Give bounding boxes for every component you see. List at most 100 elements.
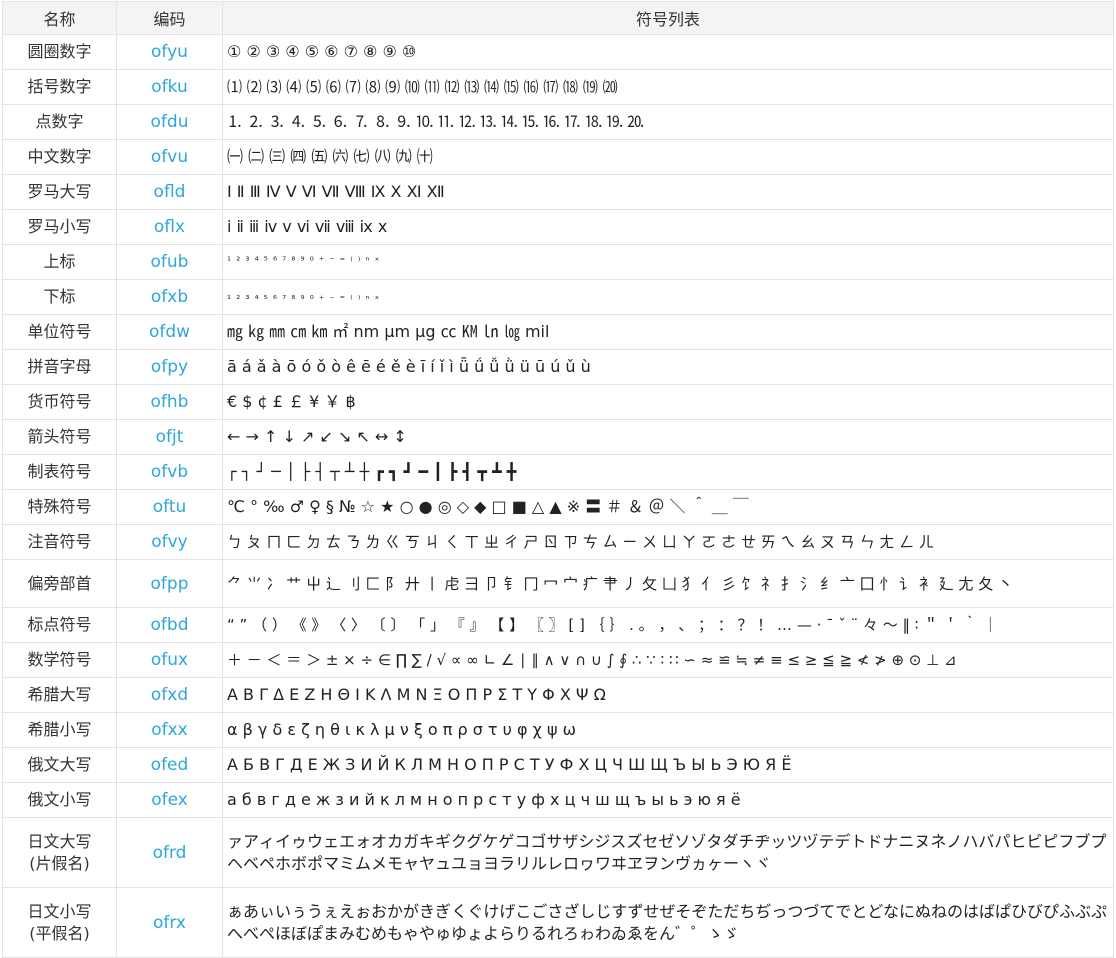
- row-name: 拼音字母: [2, 349, 117, 385]
- row-symbols[interactable]: ァアィイゥウェエォオカガキギクグケゲコゴサザシジスズセゼソゾタダチヂッツヅテデト…: [222, 817, 1114, 888]
- row-name: 货币符号: [2, 384, 117, 420]
- table-row: 括号数字 ofku ⑴ ⑵ ⑶ ⑷ ⑸ ⑹ ⑺ ⑻ ⑼ ⑽ ⑾ ⑿ ⒀ ⒁ ⒂ …: [2, 69, 1114, 105]
- row-symbols[interactable]: Ⅰ Ⅱ Ⅲ Ⅳ Ⅴ Ⅵ Ⅶ Ⅷ Ⅸ Ⅹ Ⅺ Ⅻ: [222, 174, 1114, 210]
- row-symbols[interactable]: ぁあぃいぅうぇえぉおかがきぎくぐけげこごさざしじすずせぜそぞただちぢっつづてでと…: [222, 887, 1114, 958]
- row-symbols[interactable]: а б в г д е ж з и й к л м н о п р с т у …: [222, 782, 1114, 818]
- table-row: 偏旁部首 ofpp ⺈ ⺌ 冫 艹 屮 辶 刂 匚 阝 廾 丨 虍 彐 卩 钅 …: [2, 559, 1114, 608]
- row-name: 点数字: [2, 104, 117, 140]
- row-code: ofku: [116, 69, 223, 105]
- table-row: 点数字 ofdu ⒈ ⒉ ⒊ ⒋ ⒌ ⒍ ⒎ ⒏ ⒐ ⒑ ⒒ ⒓ ⒔ ⒕ ⒖ ⒗…: [2, 104, 1114, 140]
- table-row: 俄文大写 ofed А Б В Г Д Е Ж З И Й К Л М Н О …: [2, 747, 1114, 783]
- row-code: ofpp: [116, 559, 223, 608]
- row-name: 注音符号: [2, 524, 117, 560]
- table-row: 数学符号 ofux ＋ － ＜ ＝ ＞ ± × ÷ ∈ ∏ ∑ ∕ √ ∝ ∞ …: [2, 642, 1114, 678]
- table-row: 标点符号 ofbd “ ” （ ） 《 》 〈 〉 〔 〕 「 」 『 』 【 …: [2, 607, 1114, 643]
- row-code: ofux: [116, 642, 223, 678]
- table-row: 日文小写 (平假名) ofrx ぁあぃいぅうぇえぉおかがきぎくぐけげこごさざしじ…: [2, 887, 1114, 958]
- row-symbols[interactable]: ㈠ ㈡ ㈢ ㈣ ㈤ ㈥ ㈦ ㈧ ㈨ ㈩: [222, 139, 1114, 175]
- row-code: ofrd: [116, 817, 223, 888]
- row-name: 日文大写: [27, 831, 92, 851]
- table-row: 罗马小写 oflx ⅰ ⅱ ⅲ ⅳ ⅴ ⅵ ⅶ ⅷ ⅸ ⅹ: [2, 209, 1114, 245]
- row-name: 特殊符号: [2, 489, 117, 525]
- row-symbols[interactable]: ⺈ ⺌ 冫 艹 屮 辶 刂 匚 阝 廾 丨 虍 彐 卩 钅 冂 冖 宀 疒 肀 …: [222, 559, 1114, 608]
- row-name: 偏旁部首: [2, 559, 117, 608]
- row-symbols[interactable]: Α Β Γ Δ Ε Ζ Η Θ Ι Κ Λ Μ Ν Ξ Ο Π Ρ Σ Τ Υ …: [222, 677, 1114, 713]
- header-name: 名称: [2, 1, 117, 35]
- row-symbols[interactable]: ⒈ ⒉ ⒊ ⒋ ⒌ ⒍ ⒎ ⒏ ⒐ ⒑ ⒒ ⒓ ⒔ ⒕ ⒖ ⒗ ⒘ ⒙ ⒚ ⒛: [222, 104, 1114, 140]
- row-symbols[interactable]: “ ” （ ） 《 》 〈 〉 〔 〕 「 」 『 』 【 】 〖 〗 [ ] …: [222, 607, 1114, 643]
- row-name: 数学符号: [2, 642, 117, 678]
- row-symbols[interactable]: ⅰ ⅱ ⅲ ⅳ ⅴ ⅵ ⅶ ⅷ ⅸ ⅹ: [222, 209, 1114, 245]
- row-name-sub: (片假名): [29, 853, 90, 873]
- row-symbols[interactable]: ā á ǎ à ō ó ǒ ò ê ē é ě è ī í ǐ ì ǖ ǘ ǚ …: [222, 349, 1114, 385]
- row-code: ofdw: [116, 314, 223, 350]
- row-symbols[interactable]: ㄅ ㄆ ㄇ ㄈ ㄉ ㄊ ㄋ ㄌ ㄍ ㄎ ㄐ ㄑ ㄒ ㄓ ㄔ ㄕ ㄖ ㄗ ㄘ ㄙ …: [222, 524, 1114, 560]
- table-row: 俄文小写 ofex а б в г д е ж з и й к л м н о …: [2, 782, 1114, 818]
- table-row: 上标 ofub ¹ ² ³ ⁴ ⁵ ⁶ ⁷ ⁸ ⁹ ⁰ ⁺ ⁻ ⁼ ⁽ ⁾ ⁿ …: [2, 244, 1114, 280]
- row-code: ofyu: [116, 34, 223, 70]
- row-symbols[interactable]: ＋ － ＜ ＝ ＞ ± × ÷ ∈ ∏ ∑ ∕ √ ∝ ∞ ∟ ∠ ∣ ∥ ∧ …: [222, 642, 1114, 678]
- table-row: 注音符号 ofvy ㄅ ㄆ ㄇ ㄈ ㄉ ㄊ ㄋ ㄌ ㄍ ㄎ ㄐ ㄑ ㄒ ㄓ ㄔ …: [2, 524, 1114, 560]
- row-name-cell: 日文小写 (平假名): [2, 887, 117, 958]
- header-code: 编码: [116, 1, 223, 35]
- row-code: ofrx: [116, 887, 223, 958]
- row-name: 圆圈数字: [2, 34, 117, 70]
- row-symbols[interactable]: € $ ¢ £ ￡ ¥ ￥ ฿: [222, 384, 1114, 420]
- row-name: 俄文小写: [2, 782, 117, 818]
- row-code: ofld: [116, 174, 223, 210]
- header-symbols: 符号列表: [222, 1, 1114, 35]
- row-code: ofdu: [116, 104, 223, 140]
- row-code: oftu: [116, 489, 223, 525]
- row-symbols[interactable]: ₁ ₂ ₃ ₄ ₅ ₆ ₇ ₈ ₉ ₀ ₊ ₋ ₌ ₍ ₎ ₙ ₓ: [222, 279, 1114, 315]
- row-code: ofbd: [116, 607, 223, 643]
- table-row: 箭头符号 ofjt ← → ↑ ↓ ↗ ↙ ↘ ↖ ↔ ↕: [2, 419, 1114, 455]
- row-name: 下标: [2, 279, 117, 315]
- row-symbols[interactable]: ℃ ° ‰ ♂ ♀ § № ☆ ★ ○ ● ◎ ◇ ◆ □ ■ △ ▲ ※ 〓 …: [222, 489, 1114, 525]
- row-code: ofex: [116, 782, 223, 818]
- row-symbols[interactable]: ┌ ┐ ┘ ─ │ ├ ┤ ┬ ┴ ┼ ┏ ┓ ┛ ━ ┃ ┣ ┫ ┳ ┻ ╋: [222, 454, 1114, 490]
- row-name-cell: 日文大写 (片假名): [2, 817, 117, 888]
- row-name: 罗马小写: [2, 209, 117, 245]
- row-name: 罗马大写: [2, 174, 117, 210]
- row-code: ofpy: [116, 349, 223, 385]
- row-code: ofxx: [116, 712, 223, 748]
- row-symbols[interactable]: А Б В Г Д Е Ж З И Й К Л М Н О П Р С Т У …: [222, 747, 1114, 783]
- table-row: 下标 ofxb ₁ ₂ ₃ ₄ ₅ ₆ ₇ ₈ ₉ ₀ ₊ ₋ ₌ ₍ ₎ ₙ …: [2, 279, 1114, 315]
- row-symbols[interactable]: ㎎ ㎏ ㎜ ㎝ ㎞ ㎡ nm μm μg ㏄ ㏎ ㏑ ㏒ mil: [222, 314, 1114, 350]
- row-code: ofxb: [116, 279, 223, 315]
- row-name: 标点符号: [2, 607, 117, 643]
- table-row: 日文大写 (片假名) ofrd ァアィイゥウェエォオカガキギクグケゲコゴサザシジ…: [2, 817, 1114, 888]
- table-row: 单位符号 ofdw ㎎ ㎏ ㎜ ㎝ ㎞ ㎡ nm μm μg ㏄ ㏎ ㏑ ㏒ m…: [2, 314, 1114, 350]
- row-name-sub: (平假名): [29, 923, 90, 943]
- row-code: ofvb: [116, 454, 223, 490]
- row-code: ofub: [116, 244, 223, 280]
- table-row: 罗马大写 ofld Ⅰ Ⅱ Ⅲ Ⅳ Ⅴ Ⅵ Ⅶ Ⅷ Ⅸ Ⅹ Ⅺ Ⅻ: [2, 174, 1114, 210]
- table-row: 特殊符号 oftu ℃ ° ‰ ♂ ♀ § № ☆ ★ ○ ● ◎ ◇ ◆ □ …: [2, 489, 1114, 525]
- row-name: 箭头符号: [2, 419, 117, 455]
- row-code: ofvu: [116, 139, 223, 175]
- row-name: 括号数字: [2, 69, 117, 105]
- row-code: oflx: [116, 209, 223, 245]
- table-header-row: 名称 编码 符号列表: [2, 1, 1114, 35]
- row-name: 日文小写: [27, 901, 92, 921]
- row-code: ofxd: [116, 677, 223, 713]
- symbol-table: 名称 编码 符号列表 圆圈数字 ofyu ① ② ③ ④ ⑤ ⑥ ⑦ ⑧ ⑨ ⑩…: [2, 1, 1114, 958]
- table-row: 货币符号 ofhb € $ ¢ £ ￡ ¥ ￥ ฿: [2, 384, 1114, 420]
- table-row: 圆圈数字 ofyu ① ② ③ ④ ⑤ ⑥ ⑦ ⑧ ⑨ ⑩: [2, 34, 1114, 70]
- row-symbols[interactable]: ¹ ² ³ ⁴ ⁵ ⁶ ⁷ ⁸ ⁹ ⁰ ⁺ ⁻ ⁼ ⁽ ⁾ ⁿ ˣ: [222, 244, 1114, 280]
- row-name: 希腊小写: [2, 712, 117, 748]
- table-row: 希腊大写 ofxd Α Β Γ Δ Ε Ζ Η Θ Ι Κ Λ Μ Ν Ξ Ο …: [2, 677, 1114, 713]
- table-row: 制表符号 ofvb ┌ ┐ ┘ ─ │ ├ ┤ ┬ ┴ ┼ ┏ ┓ ┛ ━ ┃ …: [2, 454, 1114, 490]
- row-code: ofhb: [116, 384, 223, 420]
- row-name: 制表符号: [2, 454, 117, 490]
- row-name: 单位符号: [2, 314, 117, 350]
- row-symbols[interactable]: α β γ δ ε ζ η θ ι κ λ μ ν ξ ο π ρ σ τ υ …: [222, 712, 1114, 748]
- row-symbols[interactable]: ① ② ③ ④ ⑤ ⑥ ⑦ ⑧ ⑨ ⑩: [222, 34, 1114, 70]
- table-row: 希腊小写 ofxx α β γ δ ε ζ η θ ι κ λ μ ν ξ ο …: [2, 712, 1114, 748]
- row-name: 上标: [2, 244, 117, 280]
- row-name: 中文数字: [2, 139, 117, 175]
- row-symbols[interactable]: ⑴ ⑵ ⑶ ⑷ ⑸ ⑹ ⑺ ⑻ ⑼ ⑽ ⑾ ⑿ ⒀ ⒁ ⒂ ⒃ ⒄ ⒅ ⒆ ⒇: [222, 69, 1114, 105]
- table-row: 拼音字母 ofpy ā á ǎ à ō ó ǒ ò ê ē é ě è ī í …: [2, 349, 1114, 385]
- row-code: ofvy: [116, 524, 223, 560]
- row-symbols[interactable]: ← → ↑ ↓ ↗ ↙ ↘ ↖ ↔ ↕: [222, 419, 1114, 455]
